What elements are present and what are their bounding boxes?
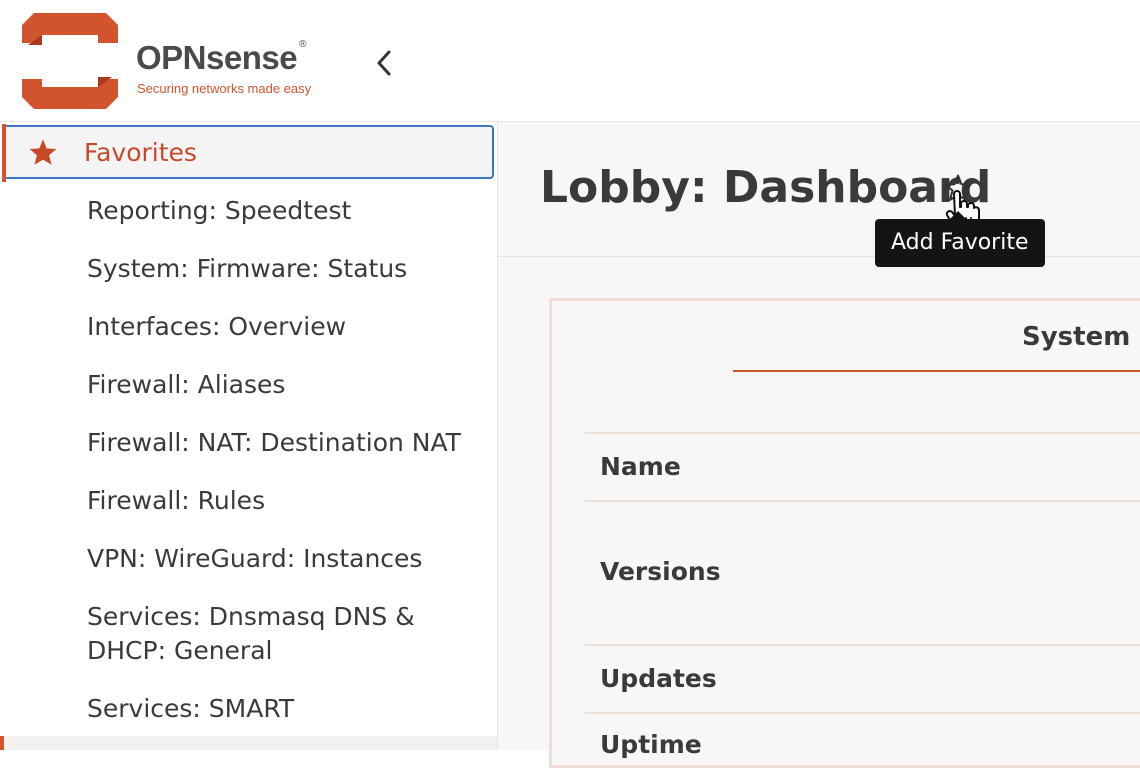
page-title: Lobby: Dashboard [540,162,992,213]
widget-title[interactable]: System In [1022,321,1140,353]
opnsense-logo-icon [22,13,118,109]
sidebar-collapse-button[interactable] [370,46,398,80]
sidebar-item-firewall-aliases[interactable]: Firewall: Aliases [0,356,497,414]
favorites-label: Favorites [84,138,197,167]
favorites-menu-list: Reporting: Speedtest System: Firmware: S… [0,182,497,738]
system-info-table: Name Versions Updates Uptime [585,432,1140,759]
active-accent-bar [2,124,6,182]
active-accent-bar [0,736,4,750]
sidebar-item-services-dnsmasq[interactable]: Services: Dnsmasq DNS & DHCP: General [0,588,497,680]
sidebar-item-services-smart[interactable]: Services: SMART [0,680,497,738]
main-content: Lobby: Dashboard Add Favorite System In … [498,122,1140,768]
tooltip-arrow [950,211,966,219]
table-row: Updates [585,644,1140,712]
row-label-uptime: Uptime [600,730,702,759]
table-row: Uptime [585,712,1140,759]
brand-name[interactable]: OPNsense ® [136,39,306,75]
star-outline-icon[interactable] [943,173,973,203]
sidebar-favorites-header[interactable]: Favorites [2,124,494,182]
row-label-versions: Versions [600,557,721,586]
row-label-name: Name [600,452,681,481]
chevron-left-icon [377,50,391,76]
sidebar-item-interfaces-overview[interactable]: Interfaces: Overview [0,298,497,356]
sidebar-item-firewall-nat-destination[interactable]: Firewall: NAT: Destination NAT [0,414,497,472]
row-label-updates: Updates [600,664,717,693]
widget-title-underline [733,370,1140,372]
sidebar-next-section[interactable] [0,736,497,750]
registered-mark: ® [299,39,306,50]
table-row: Name [585,432,1140,500]
system-information-widget: System In Name Versions Updates Uptime [549,298,1140,768]
sidebar-item-firewall-rules[interactable]: Firewall: Rules [0,472,497,530]
table-row: Versions [585,500,1140,644]
sidebar-item-vpn-wireguard-instances[interactable]: VPN: WireGuard: Instances [0,530,497,588]
star-filled-icon [29,139,57,165]
sidebar-item-system-firmware-status[interactable]: System: Firmware: Status [0,240,497,298]
sidebar-item-reporting-speedtest[interactable]: Reporting: Speedtest [0,182,497,240]
top-bar: OPNsense ® Securing networks made easy [0,0,1140,122]
brand-tagline: Securing networks made easy [137,81,312,96]
add-favorite-tooltip: Add Favorite [875,219,1045,267]
sidebar: Favorites Reporting: Speedtest System: F… [0,122,498,750]
page-header: Lobby: Dashboard Add Favorite [498,122,1140,267]
